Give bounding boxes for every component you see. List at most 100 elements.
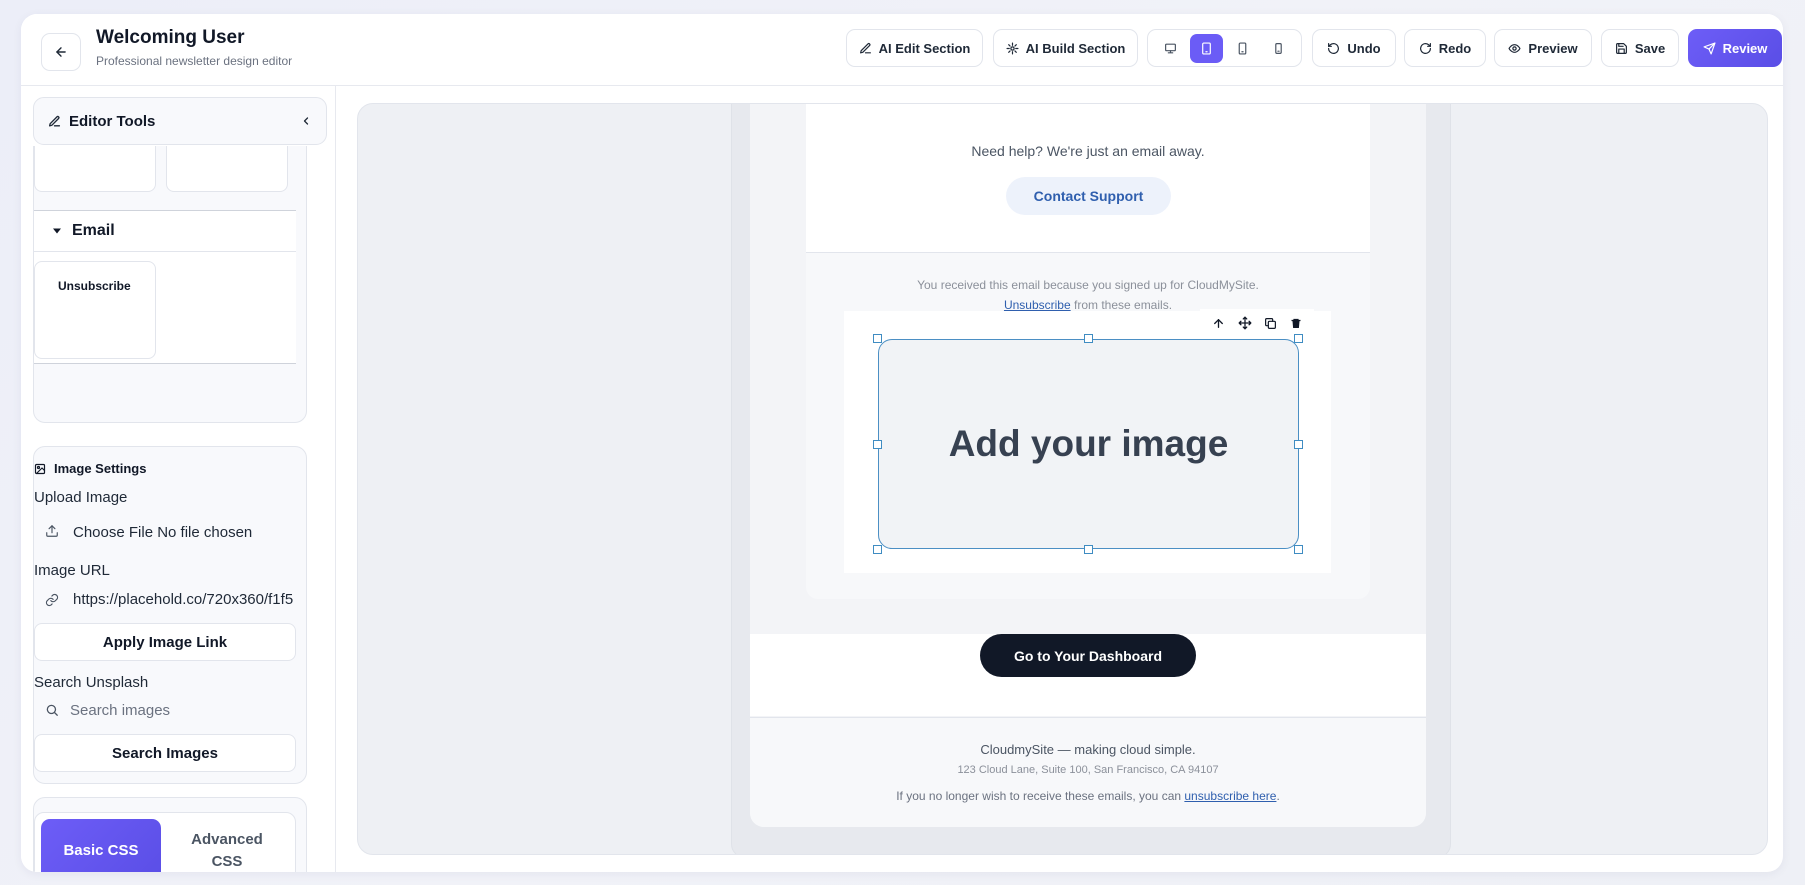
resize-handle-bottom[interactable] [1084,545,1093,554]
link-icon [44,593,60,607]
tab-advanced-css[interactable]: Advanced CSS [167,819,287,872]
pencil-icon [859,42,871,53]
upload-icon [44,524,60,538]
footer-address: 123 Cloud Lane, Suite 100, San Francisco… [957,764,1219,776]
editor-sidebar: Editor Tools Email Unsubscribe Image Set… [21,86,336,872]
dashboard-cta-section[interactable]: Go to Your Dashboard [750,634,1426,716]
ai-build-section-label: AI Build Section [1025,40,1126,56]
footer-unsubscribe-prefix: If you no longer wish to receive these e… [896,789,1185,803]
tablet-preview-frame: Need help? We're just an email away. Con… [731,104,1451,854]
footer-unsubscribe-suffix: . [1276,789,1280,803]
image-placeholder[interactable]: Add your image [878,339,1299,549]
editor-tools-header: Editor Tools [33,97,327,145]
resize-handle-top-right[interactable] [1294,334,1303,343]
image-settings-header: Image Settings [34,461,146,476]
preview-button[interactable]: Preview [1494,29,1592,67]
search-unsplash-label: Search Unsplash [34,674,149,691]
eye-icon [1508,43,1521,53]
search-images-input[interactable] [34,695,296,725]
image-placeholder-text: Add your image [948,423,1229,464]
unsubscribe-block-tile[interactable]: Unsubscribe [34,261,156,359]
duplicate-button[interactable] [1264,317,1277,330]
support-section[interactable]: Need help? We're just an email away. Con… [806,104,1370,253]
search-images-button[interactable]: Search Images [34,734,296,772]
back-button[interactable] [41,33,81,71]
desktop-view-button[interactable] [1154,34,1187,63]
go-to-dashboard-button[interactable]: Go to Your Dashboard [980,634,1196,677]
send-icon [1703,41,1716,55]
ai-edit-section-label: AI Edit Section [878,40,971,56]
drag-move-button[interactable] [1238,316,1252,330]
css-tabs: Basic CSS Advanced CSS [34,812,296,872]
resize-handle-bottom-left[interactable] [873,545,882,554]
undo-icon [1328,42,1340,54]
page-title: Welcoming User [96,27,245,48]
chevron-left-icon [303,117,309,125]
email-footer[interactable]: CloudmySite — making cloud simple. 123 C… [750,717,1426,827]
review-label: Review [1722,40,1768,56]
page-subtitle: Professional newsletter design editor [96,54,293,68]
arrow-up-icon [1214,318,1224,328]
top-bar: Welcoming User Professional newsletter d… [21,14,1783,86]
review-button[interactable]: Review [1688,29,1782,67]
move-up-button[interactable] [1212,317,1225,330]
image-icon [34,463,46,474]
image-block[interactable]: Add your image [844,309,1331,573]
small-mobile-view-button[interactable] [1262,34,1295,63]
help-text: Need help? We're just an email away. [971,143,1205,159]
ai-build-section-button[interactable]: AI Build Section [993,29,1138,67]
notice-line-2-text: from these emails. [1070,298,1173,312]
image-settings-panel: Image Settings Upload Image Choose File … [33,446,307,784]
arrow-left-icon [56,47,66,57]
editor-tools-title: Editor Tools [69,112,156,130]
ai-edit-section-button[interactable]: AI Edit Section [846,29,983,67]
tab-basic-css[interactable]: Basic CSS [41,819,161,872]
email-category-toggle[interactable]: Email [34,210,296,252]
save-label: Save [1634,40,1666,56]
redo-label: Redo [1438,40,1472,56]
monitor-icon [1165,43,1177,53]
unsubscribe-block-label: Unsubscribe [58,279,131,293]
tab-advanced-css-label: Advanced CSS [191,831,263,870]
save-button[interactable]: Save [1601,29,1679,67]
redo-button[interactable]: Redo [1404,29,1486,67]
pencil-icon [48,115,61,126]
delete-button[interactable] [1290,317,1302,330]
choose-file-text: Choose File No file chosen [73,524,253,541]
mobile-view-button[interactable] [1226,34,1259,63]
footer-unsubscribe-link[interactable]: unsubscribe here [1184,789,1276,803]
redo-icon [1419,42,1431,54]
tablet-view-button[interactable] [1190,33,1224,63]
notice-section[interactable]: You received this email because you sign… [806,253,1370,599]
footer-unsubscribe-line: If you no longer wish to receive these e… [750,789,1426,803]
email-preview: Need help? We're just an email away. Con… [750,104,1426,827]
email-blocks: Unsubscribe [34,252,296,364]
contact-support-button[interactable]: Contact Support [1006,177,1171,215]
collapse-sidebar-button[interactable] [300,115,312,127]
editor-canvas: Need help? We're just an email away. Con… [357,103,1768,855]
move-icon [1238,316,1252,330]
resize-handle-top[interactable] [1084,334,1093,343]
trash-icon [1291,318,1301,328]
search-images-field [34,695,296,725]
image-url-label: Image URL [34,562,110,579]
resize-handle-top-left[interactable] [873,334,882,343]
resize-handle-bottom-right[interactable] [1294,545,1303,554]
sparkle-icon [1006,41,1019,55]
block-tile[interactable] [34,146,156,192]
resize-handle-right[interactable] [1294,440,1303,449]
copy-icon [1265,317,1277,329]
image-url-value: https://placehold.co/720x360/f1f5 [73,591,294,608]
undo-button[interactable]: Undo [1312,29,1396,67]
resize-handle-left[interactable] [873,440,882,449]
blocks-panel: Email Unsubscribe [33,146,307,423]
image-block-toolbar [1200,309,1314,337]
block-tile[interactable] [166,146,288,192]
choose-file-input[interactable]: Choose File No file chosen [34,520,252,541]
device-view-toggle [1147,29,1302,67]
notice-unsubscribe-link[interactable]: Unsubscribe [1004,298,1071,312]
undo-label: Undo [1347,40,1381,56]
image-url-field[interactable]: https://placehold.co/720x360/f1f5 [34,591,293,608]
tablet-icon [1202,41,1212,55]
apply-image-link-button[interactable]: Apply Image Link [34,623,296,661]
